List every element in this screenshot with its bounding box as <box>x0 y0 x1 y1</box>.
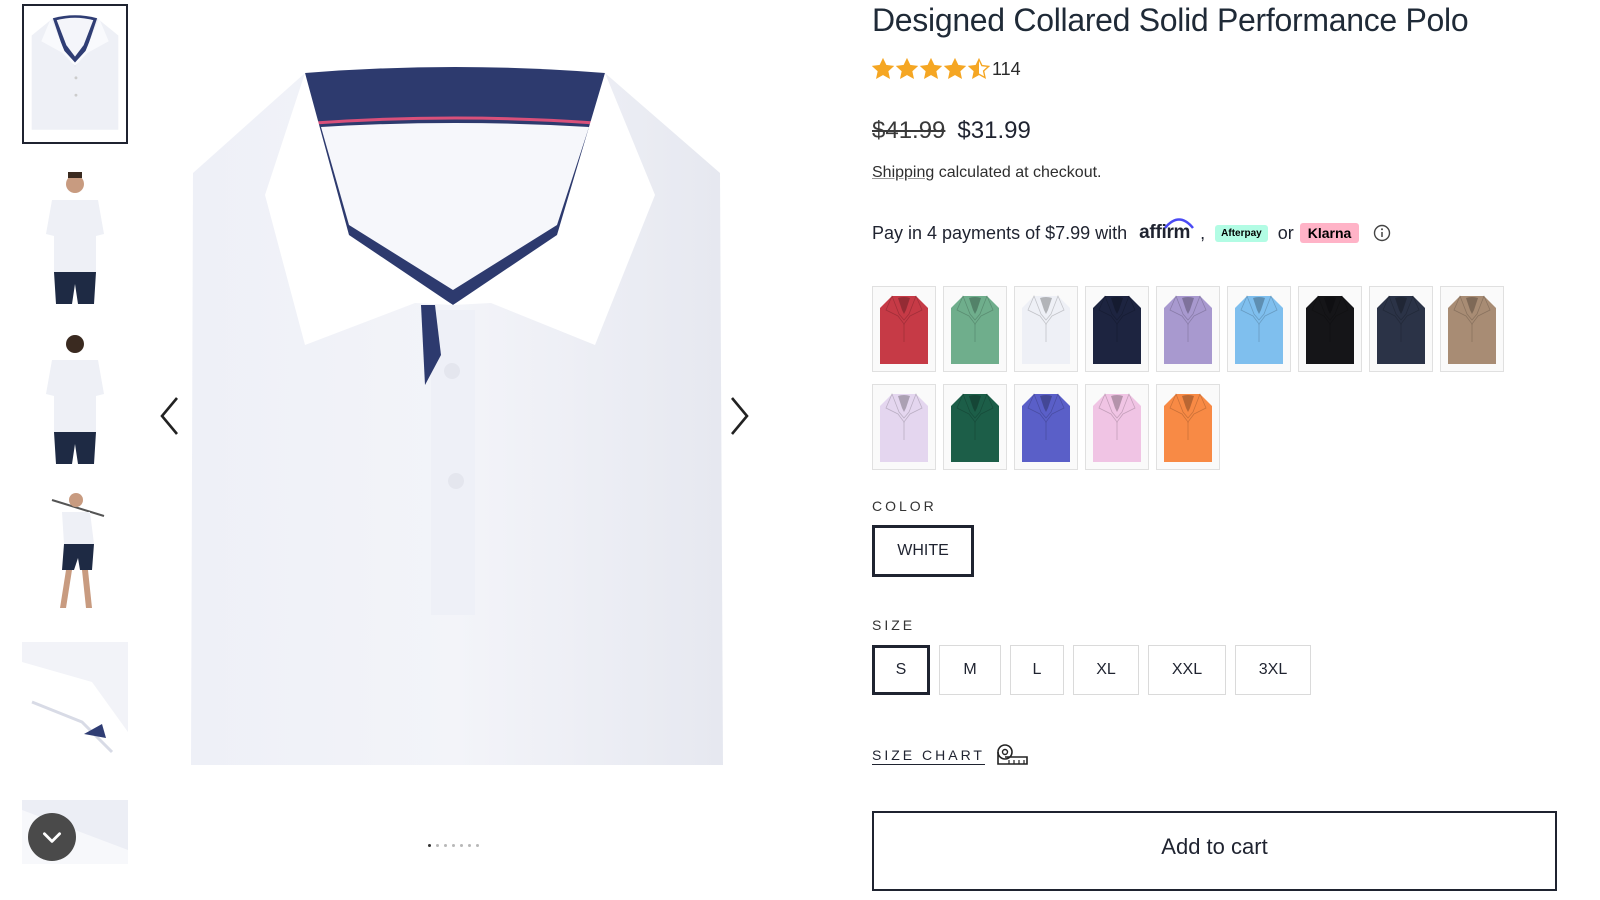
pagination-dot[interactable] <box>460 844 463 847</box>
chevron-down-icon <box>43 832 61 843</box>
tape-measure-icon <box>997 744 1028 765</box>
installment-text: Pay in 4 payments of $7.99 with <box>872 222 1128 243</box>
color-swatch-royal-blue[interactable] <box>1014 384 1078 470</box>
thumbnail-scroll-down-button[interactable] <box>28 813 76 861</box>
color-swatch-orange[interactable] <box>1156 384 1220 470</box>
size-chart-link[interactable]: SIZE CHART <box>872 742 1029 768</box>
thumbnail-model-front[interactable] <box>22 164 128 304</box>
review-count: 114 <box>992 58 1021 79</box>
next-image-button[interactable] <box>724 393 754 439</box>
pagination-dot[interactable] <box>436 844 439 847</box>
pagination-dot[interactable] <box>444 844 447 847</box>
color-swatch-black[interactable] <box>1298 286 1362 372</box>
chevron-right-icon <box>731 397 749 435</box>
color-swatch-navy[interactable] <box>1085 286 1149 372</box>
star-full-icon <box>944 58 966 79</box>
star-half-icon <box>968 58 990 79</box>
color-swatch-khaki[interactable] <box>1440 286 1504 372</box>
polo-swatch-image <box>1022 294 1070 364</box>
chevron-left-icon <box>160 397 178 435</box>
image-pagination-dots <box>428 844 479 847</box>
thumbnail-model-golf[interactable] <box>22 484 128 624</box>
polo-swatch-image <box>1306 294 1354 364</box>
size-option-l[interactable]: L <box>1010 645 1064 695</box>
polo-swatch-image <box>880 392 928 462</box>
klarna-logo[interactable]: Klarna <box>1299 223 1360 243</box>
thumbnail-model-back[interactable] <box>22 324 128 464</box>
price-block: $41.99 $31.99 <box>872 117 1031 145</box>
size-label: SIZE <box>872 617 916 633</box>
color-swatch-white[interactable] <box>1014 286 1078 372</box>
polo-swatch-image <box>1022 392 1070 462</box>
polo-swatch-image <box>1164 294 1212 364</box>
color-swatch-lavender[interactable] <box>1156 286 1220 372</box>
product-rating[interactable]: 114 <box>872 58 1021 80</box>
thumbnail-fabric-detail[interactable] <box>22 642 128 782</box>
rating-stars <box>872 58 992 80</box>
polo-swatch-image <box>1093 392 1141 462</box>
sale-price: $31.99 <box>957 117 1031 144</box>
polo-swatch-image <box>1164 392 1212 462</box>
color-swatch-light-lilac[interactable] <box>872 384 936 470</box>
star-full-icon <box>872 58 894 79</box>
polo-swatch-image <box>1377 294 1425 364</box>
star-full-icon <box>920 58 942 79</box>
color-label: COLOR <box>872 498 937 514</box>
payment-or: or <box>1277 222 1294 243</box>
polo-swatch-image <box>1093 294 1141 364</box>
star-full-icon <box>896 58 918 79</box>
installment-payment-row: Pay in 4 payments of $7.99 with affirm ,… <box>872 218 1391 244</box>
shipping-text: calculated at checkout. <box>934 164 1102 181</box>
main-product-image <box>185 55 730 775</box>
size-option-xxl[interactable]: XXL <box>1148 645 1226 695</box>
size-chart-label: SIZE CHART <box>872 747 985 763</box>
pagination-dot[interactable] <box>452 844 455 847</box>
pagination-dot[interactable] <box>468 844 471 847</box>
selected-color-button[interactable]: WHITE <box>872 525 974 577</box>
affirm-arc-icon <box>1164 218 1195 229</box>
pagination-dot[interactable] <box>428 844 431 847</box>
original-price: $41.99 <box>872 117 946 144</box>
previous-image-button[interactable] <box>155 393 185 439</box>
add-to-cart-button[interactable]: Add to cart <box>872 811 1557 891</box>
info-icon[interactable] <box>1373 224 1391 242</box>
size-option-m[interactable]: M <box>939 645 1001 695</box>
product-title: Designed Collared Solid Performance Polo <box>872 2 1469 38</box>
size-option-xl[interactable]: XL <box>1073 645 1139 695</box>
polo-swatch-image <box>951 294 999 364</box>
color-swatch-forest-green[interactable] <box>943 384 1007 470</box>
polo-swatch-image <box>1235 294 1283 364</box>
shipping-note: Shipping calculated at checkout. <box>872 164 1102 182</box>
shipping-link[interactable]: Shipping <box>872 164 934 181</box>
affirm-logo[interactable]: affirm <box>1139 218 1195 244</box>
color-swatch-red[interactable] <box>872 286 936 372</box>
thumbnail-polo-front[interactable] <box>22 4 128 144</box>
polo-swatch-image <box>1448 294 1496 364</box>
polo-swatch-image <box>951 392 999 462</box>
pagination-dot[interactable] <box>476 844 479 847</box>
color-swatch-sky-blue[interactable] <box>1227 286 1291 372</box>
afterpay-logo[interactable]: Afterpay <box>1215 224 1268 242</box>
color-swatch-pink[interactable] <box>1085 384 1149 470</box>
size-option-3xl[interactable]: 3XL <box>1235 645 1311 695</box>
polo-swatch-image <box>880 294 928 364</box>
color-swatch-green[interactable] <box>943 286 1007 372</box>
color-swatch-charcoal[interactable] <box>1369 286 1433 372</box>
payment-separator: , <box>1200 222 1206 243</box>
size-option-s[interactable]: S <box>872 645 930 695</box>
